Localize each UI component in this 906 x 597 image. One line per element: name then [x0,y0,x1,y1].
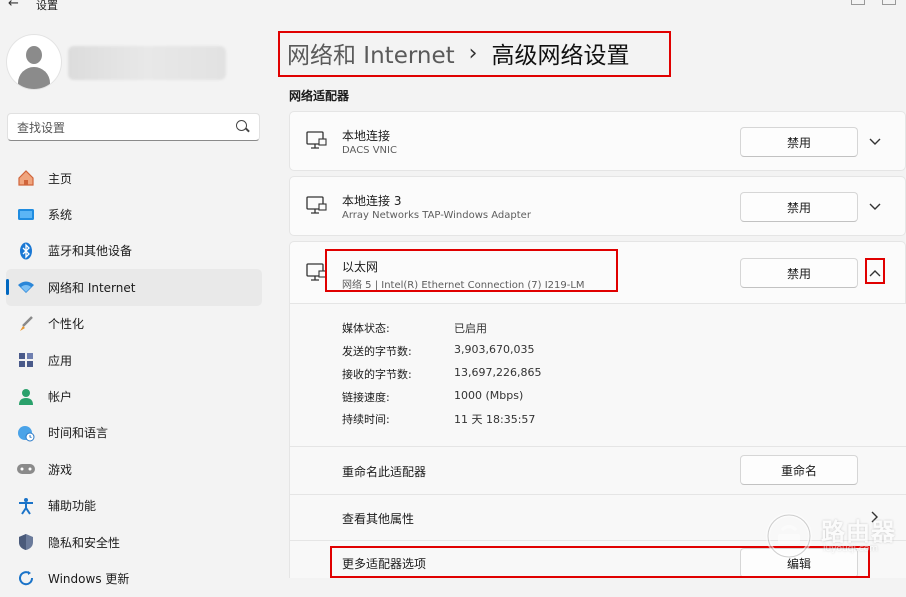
property-row: 发送的字节数: 3,903,670,035 [342,343,534,359]
close-button[interactable] [882,0,896,5]
property-label: 媒体状态: [342,322,390,335]
property-value: 1000 (Mbps) [454,389,524,402]
account-icon [16,387,36,407]
property-value: 已启用 [454,322,487,335]
breadcrumb-parent[interactable]: 网络和 Internet [287,36,455,70]
watermark-text: 路由器 [821,518,896,546]
page-title: 高级网络设置 [491,43,630,69]
bluetooth-icon [16,241,36,261]
property-label: 持续时间: [342,413,390,426]
globe-clock-icon [16,423,36,443]
adapter-card[interactable]: 本地连接 DACS VNIC 禁用 [289,111,906,171]
sidebar-item-bluetooth[interactable]: 蓝牙和其他设备 [6,233,262,269]
apps-icon [16,350,36,370]
disable-button[interactable]: 禁用 [740,258,858,288]
sidebar-item-apps[interactable]: 应用 [6,342,262,378]
sidebar-item-label: Windows 更新 [48,571,130,586]
ethernet-monitor-icon [306,196,328,216]
property-label: 发送的字节数: [342,345,412,358]
property-row: 持续时间: 11 天 18:35:57 [342,411,535,427]
adapter-description: DACS VNIC [342,145,397,156]
property-label: 链接速度: [342,391,390,404]
property-row: 媒体状态: 已启用 [342,320,487,336]
ethernet-monitor-icon [306,131,328,151]
blurred-user-name [68,46,226,80]
sidebar-item-personalization[interactable]: 个性化 [6,306,262,342]
adapter-name: 本地连接 [342,129,391,143]
back-arrow-icon[interactable]: ← [8,0,19,11]
sidebar-item-system[interactable]: 系统 [6,196,262,232]
adapter-card[interactable]: 本地连接 3 Array Networks TAP-Windows Adapte… [289,176,906,236]
chevron-up-icon[interactable] [866,264,884,282]
router-logo-icon [766,513,812,559]
sidebar-item-network[interactable]: 网络和 Internet [6,269,262,306]
sidebar-item-home[interactable]: 主页 [6,160,262,196]
wifi-icon [16,277,36,297]
adapter-description: 网络 5 | Intel(R) Ethernet Connection (7) … [342,280,585,291]
divider [290,446,906,447]
sidebar-item-accessibility[interactable]: 辅助功能 [6,488,262,524]
sidebar-item-label: 应用 [48,353,73,368]
adapter-name: 以太网 [342,260,379,274]
sidebar-nav: 主页 系统 蓝牙和其他设备 网络和 Internet 个性化 应用 帐户 时间和… [6,160,262,597]
rename-button[interactable]: 重命名 [740,455,858,485]
rename-adapter-label: 重命名此适配器 [342,465,427,479]
sidebar-item-label: 时间和语言 [48,426,109,441]
search-icon[interactable] [236,120,247,131]
breadcrumb: 网络和 Internet › 高级网络设置 [287,36,629,70]
sidebar-item-label: 个性化 [48,317,85,332]
system-icon [16,205,36,225]
title-bar: ← 设置 [0,0,906,14]
property-value: 13,697,226,865 [454,366,542,379]
gamepad-icon [16,459,36,479]
sidebar-item-label: 辅助功能 [48,499,97,514]
sidebar-item-label: 蓝牙和其他设备 [48,244,133,259]
adapter-name: 本地连接 3 [342,194,402,208]
adapter-card-expanded[interactable]: 以太网 网络 5 | Intel(R) Ethernet Connection … [289,241,906,304]
sidebar-item-label: 游戏 [48,462,73,477]
sidebar-item-windows-update[interactable]: Windows 更新 [6,560,262,596]
chevron-down-icon[interactable] [866,198,884,216]
ethernet-monitor-icon [306,263,328,283]
update-icon [16,568,36,588]
search-input[interactable] [8,114,239,142]
more-adapter-options-label: 更多适配器选项 [342,557,427,571]
property-value: 11 天 18:35:57 [454,413,536,426]
property-label: 接收的字节数: [342,368,412,381]
section-title: 网络适配器 [289,89,350,103]
sidebar-item-time-language[interactable]: 时间和语言 [6,415,262,451]
sidebar-item-label: 系统 [48,208,73,223]
sidebar-item-label: 帐户 [48,390,73,405]
more-properties-label: 查看其他属性 [342,512,415,526]
sidebar-item-label: 网络和 Internet [48,280,136,295]
chevron-down-icon[interactable] [866,133,884,151]
property-row: 链接速度: 1000 (Mbps) [342,389,523,405]
sidebar-item-label: 隐私和安全性 [48,535,121,550]
minimize-button[interactable] [851,0,865,5]
sidebar-item-privacy[interactable]: 隐私和安全性 [6,524,262,560]
avatar-head-shape [26,46,42,64]
shield-icon [16,532,36,552]
search-box[interactable] [7,113,260,142]
window-title: 设置 [36,0,58,12]
home-icon [16,168,36,188]
avatar-body-shape [18,67,50,89]
sidebar-item-gaming[interactable]: 游戏 [6,451,262,487]
watermark: 路由器 luyouqi.com [765,512,900,560]
brush-icon [16,314,36,334]
property-row: 接收的字节数: 13,697,226,865 [342,366,541,382]
breadcrumb-separator: › [468,40,478,66]
watermark-subtext: luyouqi.com [823,544,879,554]
sidebar-item-label: 主页 [48,171,73,186]
property-value: 3,903,670,035 [454,343,535,356]
disable-button[interactable]: 禁用 [740,127,858,157]
accessibility-icon [16,496,36,516]
disable-button[interactable]: 禁用 [740,192,858,222]
avatar[interactable] [7,35,61,89]
sidebar-item-accounts[interactable]: 帐户 [6,378,262,414]
adapter-description: Array Networks TAP-Windows Adapter [342,210,531,221]
